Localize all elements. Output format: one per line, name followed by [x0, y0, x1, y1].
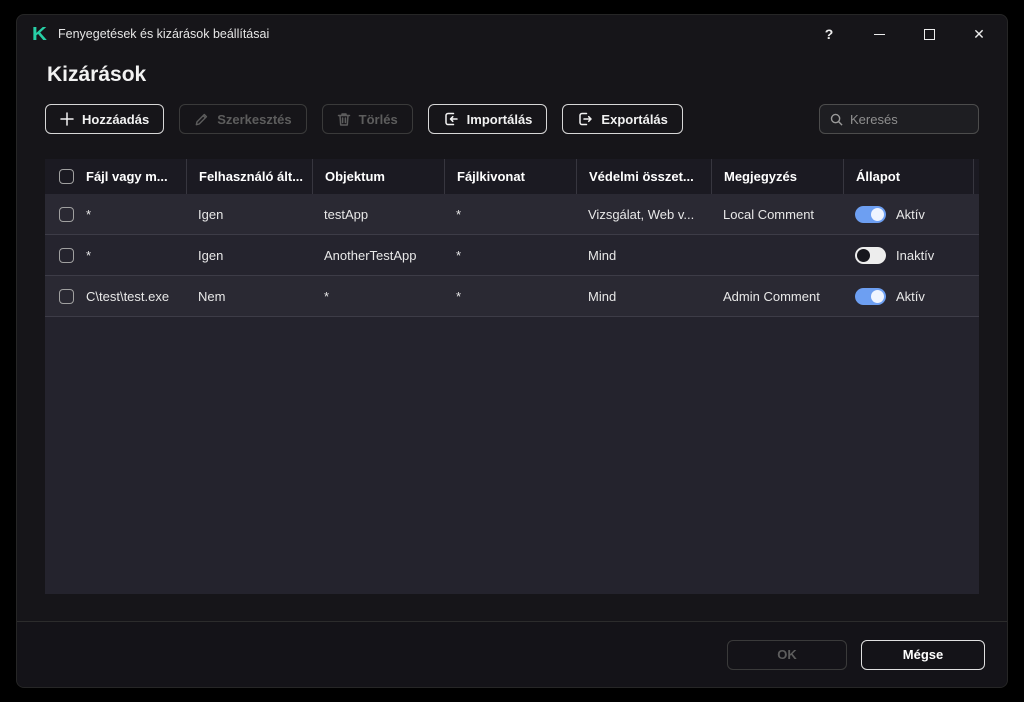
pencil-icon [195, 113, 208, 125]
cancel-button[interactable]: Mégse [861, 639, 985, 670]
cell-components: Vizsgálat, Web v... [588, 206, 695, 222]
status-label: Aktív [896, 288, 925, 304]
add-button[interactable]: Hozzáadás [45, 104, 165, 134]
trash-icon [337, 112, 350, 126]
cell-status: Aktív [843, 287, 973, 305]
row-checkbox[interactable] [59, 288, 74, 304]
cell-object: * [324, 288, 330, 304]
header-object: Objektum [312, 159, 444, 194]
header-components: Védelmi összet... [576, 159, 711, 194]
cell-components: Mind [588, 247, 617, 263]
row-checkbox[interactable] [59, 206, 74, 222]
table-header: Fájl vagy m... Felhasználó ált... Objekt… [45, 159, 979, 194]
delete-button-label: Törlés [358, 111, 398, 127]
maximize-icon[interactable] [919, 24, 939, 44]
import-icon [444, 112, 458, 126]
cell-components: Mind [588, 288, 617, 304]
footer: OK Mégse [17, 621, 1007, 687]
cell-object: testApp [324, 206, 369, 222]
cell-hash: * [456, 206, 462, 222]
search-input[interactable] [850, 111, 968, 127]
header-file-label: Fájl vagy m... [86, 169, 168, 184]
cell-object: AnotherTestApp [324, 247, 417, 263]
page-title: Kizárások [47, 63, 147, 86]
status-label: Aktív [896, 206, 925, 222]
header-hash: Fájlkivonat [444, 159, 576, 194]
cell-file-label: C\test\test.exe [86, 288, 170, 304]
cell-comment: Local Comment [723, 206, 815, 222]
cell-user: Igen [198, 206, 224, 222]
table-row[interactable]: * Igen AnotherTestApp * Mind Inaktív [45, 235, 979, 276]
add-button-label: Hozzáadás [82, 111, 150, 127]
exclusions-table: Fájl vagy m... Felhasználó ált... Objekt… [45, 159, 979, 594]
minimize-icon[interactable] [869, 24, 889, 44]
window-title: Fenyegetések és kizárások beállításai [58, 27, 270, 41]
window-controls: ? ✕ [819, 24, 989, 44]
export-button[interactable]: Exportálás [562, 104, 683, 134]
status-label: Inaktív [896, 247, 935, 263]
import-button-label: Importálás [466, 111, 533, 127]
status-toggle[interactable] [855, 287, 886, 305]
row-checkbox[interactable] [59, 247, 74, 263]
cell-file: * [45, 247, 186, 263]
cell-file-label: * [86, 206, 92, 222]
edit-button-label: Szerkesztés [217, 111, 292, 127]
cell-comment: Admin Comment [723, 288, 820, 304]
toggle-knob [871, 289, 884, 303]
cell-status: Aktív [843, 205, 973, 223]
search-box [819, 104, 979, 134]
cell-user: Igen [198, 247, 224, 263]
status-toggle[interactable] [855, 246, 886, 264]
status-toggle[interactable] [855, 205, 886, 223]
header-comment: Megjegyzés [711, 159, 843, 194]
close-icon[interactable]: ✕ [969, 24, 989, 44]
titlebar: K Fenyegetések és kizárások beállításai … [17, 15, 1007, 53]
delete-button[interactable]: Törlés [321, 104, 413, 134]
export-button-label: Exportálás [601, 111, 668, 127]
edit-button[interactable]: Szerkesztés [179, 104, 307, 134]
toolbar: Hozzáadás Szerkesztés Törlés Importálás … [45, 104, 979, 134]
toggle-knob [857, 248, 870, 262]
search-icon [830, 113, 843, 126]
cell-file-label: * [86, 247, 92, 263]
import-button[interactable]: Importálás [427, 104, 548, 134]
cell-status: Inaktív [843, 246, 973, 264]
table-row[interactable]: C\test\test.exe Nem * * Mind Admin Comment Akt… [45, 276, 979, 317]
plus-icon [60, 112, 74, 126]
cell-file: C\test\test.exe [45, 288, 186, 304]
header-scroll-spacer [973, 159, 986, 194]
header-user: Felhasználó ált... [186, 159, 312, 194]
cell-hash: * [456, 247, 462, 263]
table-row[interactable]: * Igen testApp * Vizsgálat, Web v... Local Co… [45, 194, 979, 235]
export-icon [579, 112, 593, 126]
toggle-knob [871, 207, 884, 221]
header-status: Állapot [843, 159, 973, 194]
settings-window: K Fenyegetések és kizárások beállításai … [16, 14, 1008, 688]
header-file: Fájl vagy m... [45, 159, 186, 194]
kaspersky-logo-icon: K [32, 24, 47, 44]
table-body: * Igen testApp * Vizsgálat, Web v... Local Co… [45, 194, 979, 317]
cell-file: * [45, 206, 186, 222]
select-all-checkbox[interactable] [59, 169, 74, 184]
screen: K Fenyegetések és kizárások beállításai … [0, 0, 1024, 702]
cell-user: Nem [198, 288, 226, 304]
ok-button[interactable]: OK [727, 639, 847, 670]
help-icon[interactable]: ? [819, 24, 839, 44]
cell-hash: * [456, 288, 462, 304]
